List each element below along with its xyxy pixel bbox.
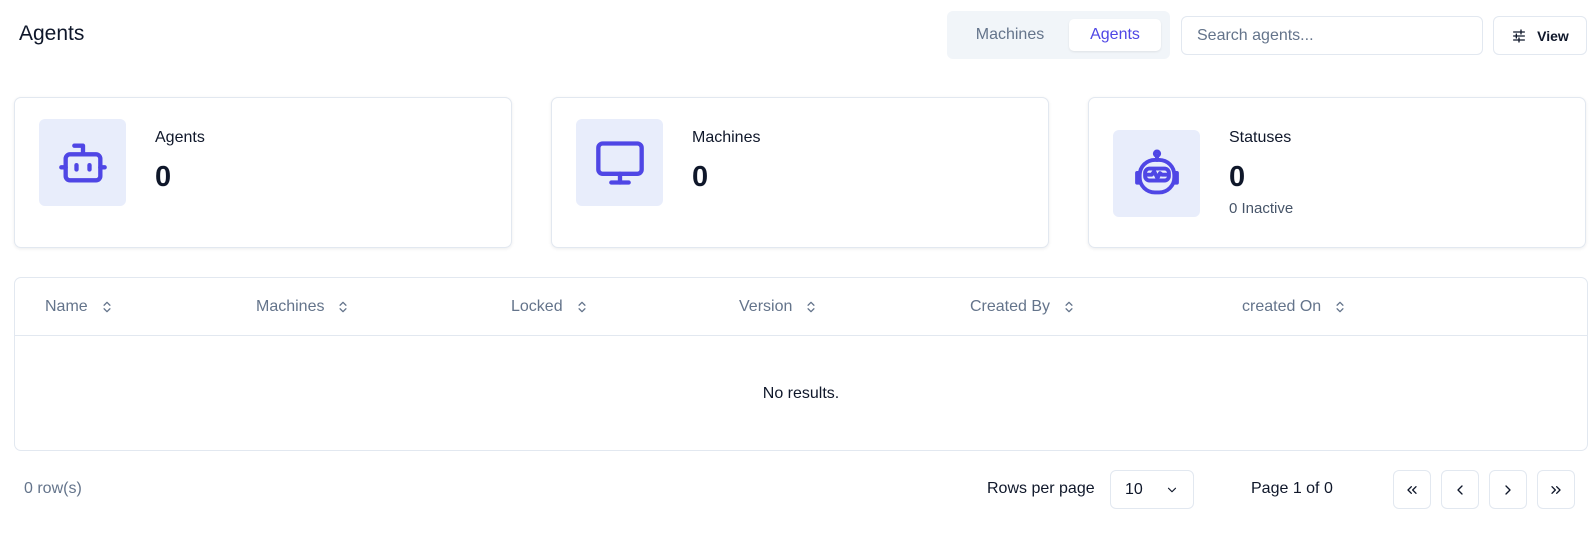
chevron-right-icon <box>1505 484 1511 495</box>
table-header: Name Machines Locked Version Created By … <box>15 278 1587 336</box>
chevrons-left-icon <box>1407 485 1417 494</box>
sort-icon <box>578 301 586 313</box>
column-label: Version <box>739 298 793 315</box>
column-label: created On <box>1242 298 1322 315</box>
empty-state: No results. <box>762 384 840 402</box>
view-switch: Machines Agents <box>947 11 1170 59</box>
sort-icon <box>807 301 815 313</box>
first-page-button[interactable] <box>1393 470 1431 509</box>
page-title: Agents <box>19 22 85 45</box>
sliders-icon <box>1513 28 1526 43</box>
column-header-created-on[interactable]: created On <box>1242 278 1347 336</box>
search-input[interactable] <box>1181 16 1483 55</box>
next-page-button[interactable] <box>1489 470 1527 509</box>
column-header-locked[interactable]: Locked <box>511 278 589 336</box>
chevrons-right-icon <box>1551 485 1561 494</box>
rows-per-page-value: 10 <box>1125 480 1143 498</box>
stat-value: 0 <box>155 161 172 193</box>
page-info: Page 1 of 0 <box>1251 480 1333 497</box>
column-label: Name <box>45 298 88 315</box>
stat-card-machines: Machines 0 <box>551 97 1049 248</box>
stat-value: 0 <box>692 161 709 193</box>
stat-icon-box <box>576 119 663 206</box>
stat-icon-box <box>39 119 126 206</box>
view-button[interactable]: View <box>1493 16 1587 55</box>
sort-icon <box>339 301 348 313</box>
column-label: Created By <box>970 298 1051 315</box>
robot-head-icon <box>1134 149 1179 194</box>
previous-page-button[interactable] <box>1441 470 1479 509</box>
column-label: Machines <box>256 298 325 315</box>
column-header-name[interactable]: Name <box>45 278 114 336</box>
chevron-left-icon <box>1457 484 1463 495</box>
rows-per-page-select[interactable]: 10 <box>1110 470 1194 509</box>
sort-icon <box>1336 301 1344 313</box>
tab-machines[interactable]: Machines <box>959 19 1061 51</box>
tab-agents[interactable]: Agents <box>1069 19 1161 51</box>
view-button-label: View <box>1537 27 1569 44</box>
sort-icon <box>103 301 111 313</box>
column-header-version[interactable]: Version <box>739 278 818 336</box>
sort-icon <box>1065 301 1073 313</box>
monitor-icon <box>595 140 644 185</box>
agents-table: Name Machines Locked Version Created By … <box>14 277 1588 451</box>
stat-value: 0 <box>1229 161 1246 193</box>
stat-label: Agents <box>155 129 205 146</box>
stat-sub: 0 Inactive <box>1229 200 1294 217</box>
rows-per-page-label: Rows per page <box>987 480 1095 497</box>
stat-card-agents: Agents 0 <box>14 97 512 248</box>
last-page-button[interactable] <box>1537 470 1575 509</box>
stat-label: Machines <box>692 129 761 146</box>
stat-label: Statuses <box>1229 129 1292 146</box>
row-count: 0 row(s) <box>24 480 82 497</box>
chevron-down-icon <box>1167 487 1177 492</box>
stat-card-statuses: Statuses 0 0 Inactive <box>1088 97 1586 248</box>
bot-icon <box>58 143 107 182</box>
column-header-created-by[interactable]: Created By <box>970 278 1076 336</box>
column-label: Locked <box>511 298 563 315</box>
stat-icon-box <box>1113 130 1200 217</box>
column-header-machines[interactable]: Machines <box>256 278 350 336</box>
